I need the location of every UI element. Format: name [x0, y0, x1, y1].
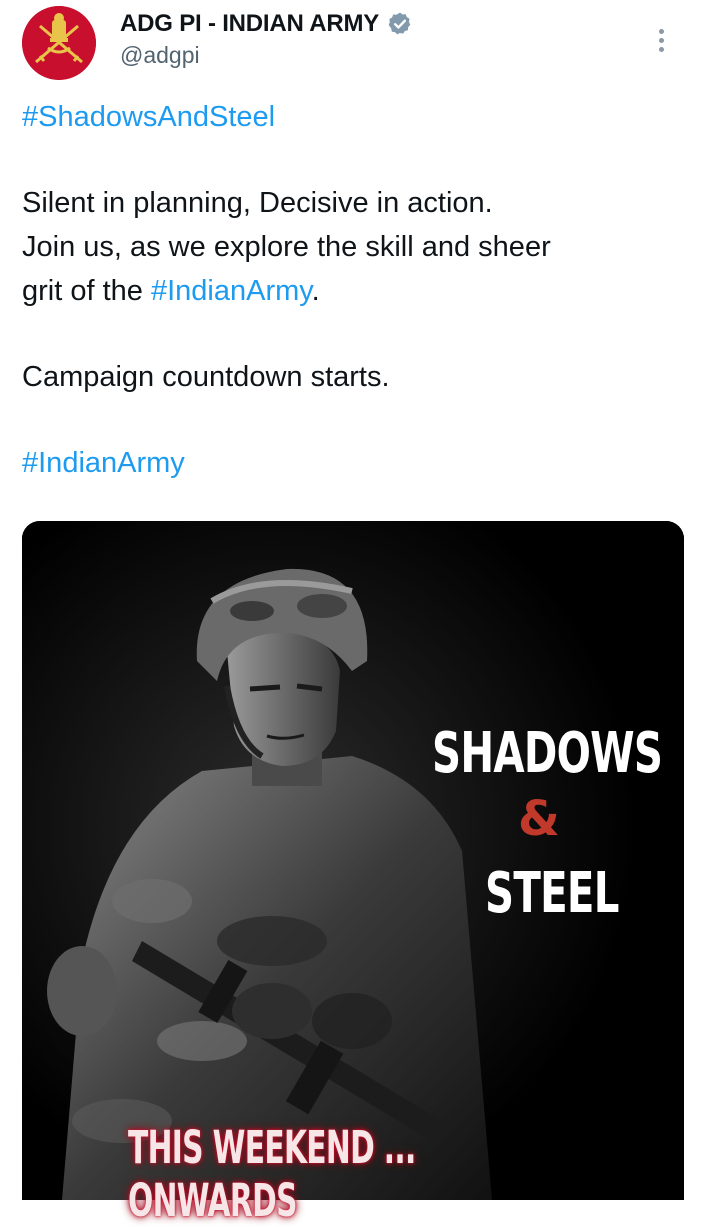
media-title-ampersand: & [518, 791, 560, 847]
more-dot [658, 46, 664, 52]
author-names: ADG PI - INDIAN ARMY @adgpi [120, 10, 413, 69]
tweet-line-3-prefix: grit of the [22, 275, 151, 307]
media-banner-text: THIS WEEKEND ... ONWARDS [128, 1121, 416, 1227]
verified-badge-icon [388, 12, 411, 35]
more-options-icon[interactable] [649, 24, 673, 56]
avatar[interactable] [22, 6, 96, 80]
post-header: ADG PI - INDIAN ARMY @adgpi [22, 6, 687, 86]
media-title-steel: STEEL [485, 861, 619, 926]
tweet-line-3: grit of the #IndianArmy. [22, 269, 672, 313]
tweet-media-image[interactable]: SHADOWS & STEEL [22, 521, 684, 1200]
tweet-line-3-suffix: . [311, 275, 320, 307]
tweet-line-1: Silent in planning, Decisive in action. [22, 187, 493, 219]
more-dot [658, 37, 664, 43]
tweet-text: #ShadowsAndSteel Silent in planning, Dec… [22, 95, 672, 485]
display-name[interactable]: ADG PI - INDIAN ARMY [120, 10, 379, 38]
tweet-line-2: Join us, as we explore the skill and she… [22, 231, 551, 263]
army-emblem-icon [22, 6, 96, 80]
hashtag-indian-army[interactable]: #IndianArmy [22, 447, 185, 479]
display-name-row[interactable]: ADG PI - INDIAN ARMY [120, 10, 413, 38]
media-title-shadows: SHADOWS [432, 721, 663, 786]
hashtag-shadows-and-steel[interactable]: #ShadowsAndSteel [22, 101, 275, 133]
hashtag-indian-army-inline[interactable]: #IndianArmy [151, 275, 312, 307]
handle[interactable]: @adgpi [120, 42, 413, 69]
tweet-line-4: Campaign countdown starts. [22, 361, 390, 393]
more-dot [658, 28, 664, 34]
